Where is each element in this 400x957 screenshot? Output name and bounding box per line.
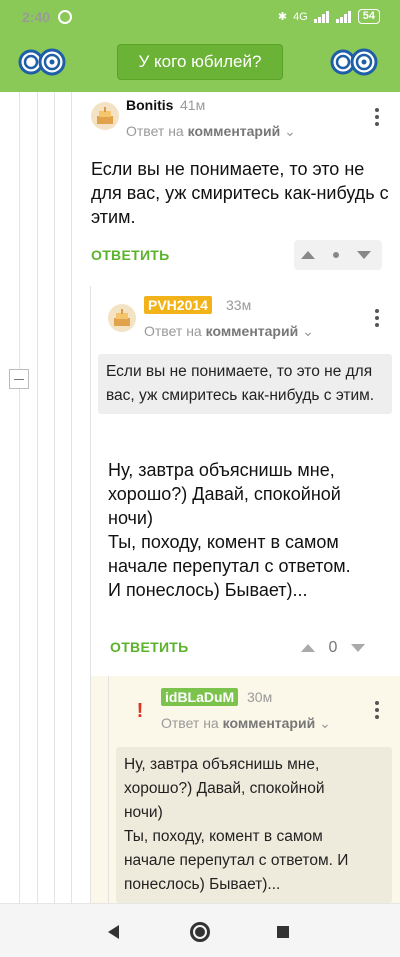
network-type: 4G bbox=[293, 10, 308, 23]
reply-to-link[interactable]: Ответ на комментарий ⌄ bbox=[126, 123, 296, 140]
reply-button[interactable]: ОТВЕТИТЬ bbox=[91, 247, 170, 263]
comment-username[interactable]: Bonitis bbox=[126, 97, 173, 113]
logo-right-icon[interactable] bbox=[330, 42, 378, 82]
comment-text: Ну, завтра объяснишь мне, хорошо?) Давай… bbox=[108, 458, 398, 602]
bluetooth-icon: ✱ bbox=[277, 11, 288, 23]
signal-icon bbox=[313, 10, 329, 23]
comment-time: 30м bbox=[247, 689, 273, 705]
signal-icon-2 bbox=[335, 10, 351, 23]
avatar[interactable] bbox=[108, 304, 136, 332]
vote-count: 0 bbox=[328, 639, 338, 656]
thread-line bbox=[90, 286, 91, 903]
app-header: У кого юбилей? bbox=[0, 34, 400, 92]
downvote-button[interactable] bbox=[350, 240, 378, 270]
quote-line: хорошо?) Давай, спокойной bbox=[124, 780, 325, 797]
more-options-icon[interactable] bbox=[374, 309, 380, 330]
vote-widget bbox=[294, 240, 382, 270]
reply-target: комментарий bbox=[205, 323, 299, 339]
reply-to-link[interactable]: Ответ на комментарий ⌄ bbox=[161, 715, 331, 732]
reply-prefix: Ответ на bbox=[126, 123, 184, 139]
battery-icon: 54 bbox=[357, 9, 380, 24]
reply-prefix: Ответ на bbox=[144, 323, 202, 339]
status-bar: 2:40 ✱ 4G 54 bbox=[0, 0, 400, 34]
alert-avatar-icon[interactable]: ! bbox=[126, 697, 154, 725]
text-line: Ты, походу, комент в самом bbox=[108, 532, 339, 552]
chevron-down-icon: ⌄ bbox=[284, 123, 296, 139]
comment-time: 33м bbox=[226, 297, 252, 313]
anniversary-button[interactable]: У кого юбилей? bbox=[117, 44, 283, 80]
recent-apps-icon[interactable] bbox=[277, 926, 289, 938]
home-icon[interactable] bbox=[190, 922, 210, 942]
text-line: Ну, завтра объяснишь мне, bbox=[108, 460, 335, 480]
status-time: 2:40 bbox=[22, 9, 51, 25]
avatar-cake-icon bbox=[114, 309, 130, 326]
upvote-button[interactable] bbox=[294, 633, 322, 663]
quote-line: Ты, походу, комент в самом bbox=[124, 828, 323, 845]
avatar-cake-icon bbox=[97, 107, 113, 124]
quote-line: понеслось) Бывает)... bbox=[124, 876, 281, 893]
vote-widget: 0 bbox=[294, 633, 382, 663]
comment-text: Если вы не понимаете, то это не для вас,… bbox=[91, 159, 389, 227]
text-line: начале перепутал с ответом. bbox=[108, 556, 351, 576]
comment-time: 41м bbox=[180, 97, 206, 113]
quote-line: начале перепутал с ответом. И bbox=[124, 852, 349, 869]
reply-button[interactable]: ОТВЕТИТЬ bbox=[110, 639, 189, 655]
text-line: И понеслось) Бывает)... bbox=[108, 580, 308, 600]
reply-to-link[interactable]: Ответ на комментарий ⌄ bbox=[144, 323, 314, 340]
thread-line bbox=[54, 92, 55, 903]
whatsapp-icon bbox=[58, 10, 72, 24]
quote-block: Ну, завтра объяснишь мне, хорошо?) Давай… bbox=[116, 747, 392, 903]
system-nav-bar bbox=[0, 903, 400, 957]
reply-prefix: Ответ на bbox=[161, 715, 219, 731]
comment-username[interactable]: PVH2014 bbox=[144, 296, 212, 314]
status-icons: ✱ 4G 54 bbox=[278, 9, 380, 24]
thread-line bbox=[71, 92, 72, 903]
comment-username[interactable]: idBLaDuM bbox=[161, 688, 239, 706]
collapse-thread-button[interactable] bbox=[9, 369, 29, 389]
reply-target: комментарий bbox=[187, 123, 281, 139]
text-line: ночи) bbox=[108, 508, 153, 528]
quote-line: ночи) bbox=[124, 804, 163, 821]
thread-line bbox=[108, 676, 109, 903]
logo-left-icon[interactable] bbox=[18, 42, 66, 82]
quote-line: Ну, завтра объяснишь мне, bbox=[124, 756, 320, 773]
more-options-icon[interactable] bbox=[374, 108, 380, 129]
thread-line bbox=[37, 92, 38, 903]
more-options-icon[interactable] bbox=[374, 701, 380, 722]
text-line: хорошо?) Давай, спокойной bbox=[108, 484, 341, 504]
avatar[interactable] bbox=[91, 102, 119, 130]
quote-block: Если вы не понимаете, то это не для вас,… bbox=[98, 354, 392, 414]
back-icon[interactable] bbox=[108, 925, 119, 939]
upvote-button[interactable] bbox=[294, 240, 322, 270]
chevron-down-icon: ⌄ bbox=[319, 715, 331, 731]
downvote-button[interactable] bbox=[344, 633, 372, 663]
chevron-down-icon: ⌄ bbox=[302, 323, 314, 339]
vote-count bbox=[322, 240, 350, 270]
thread-line bbox=[19, 92, 20, 903]
reply-target: комментарий bbox=[222, 715, 316, 731]
